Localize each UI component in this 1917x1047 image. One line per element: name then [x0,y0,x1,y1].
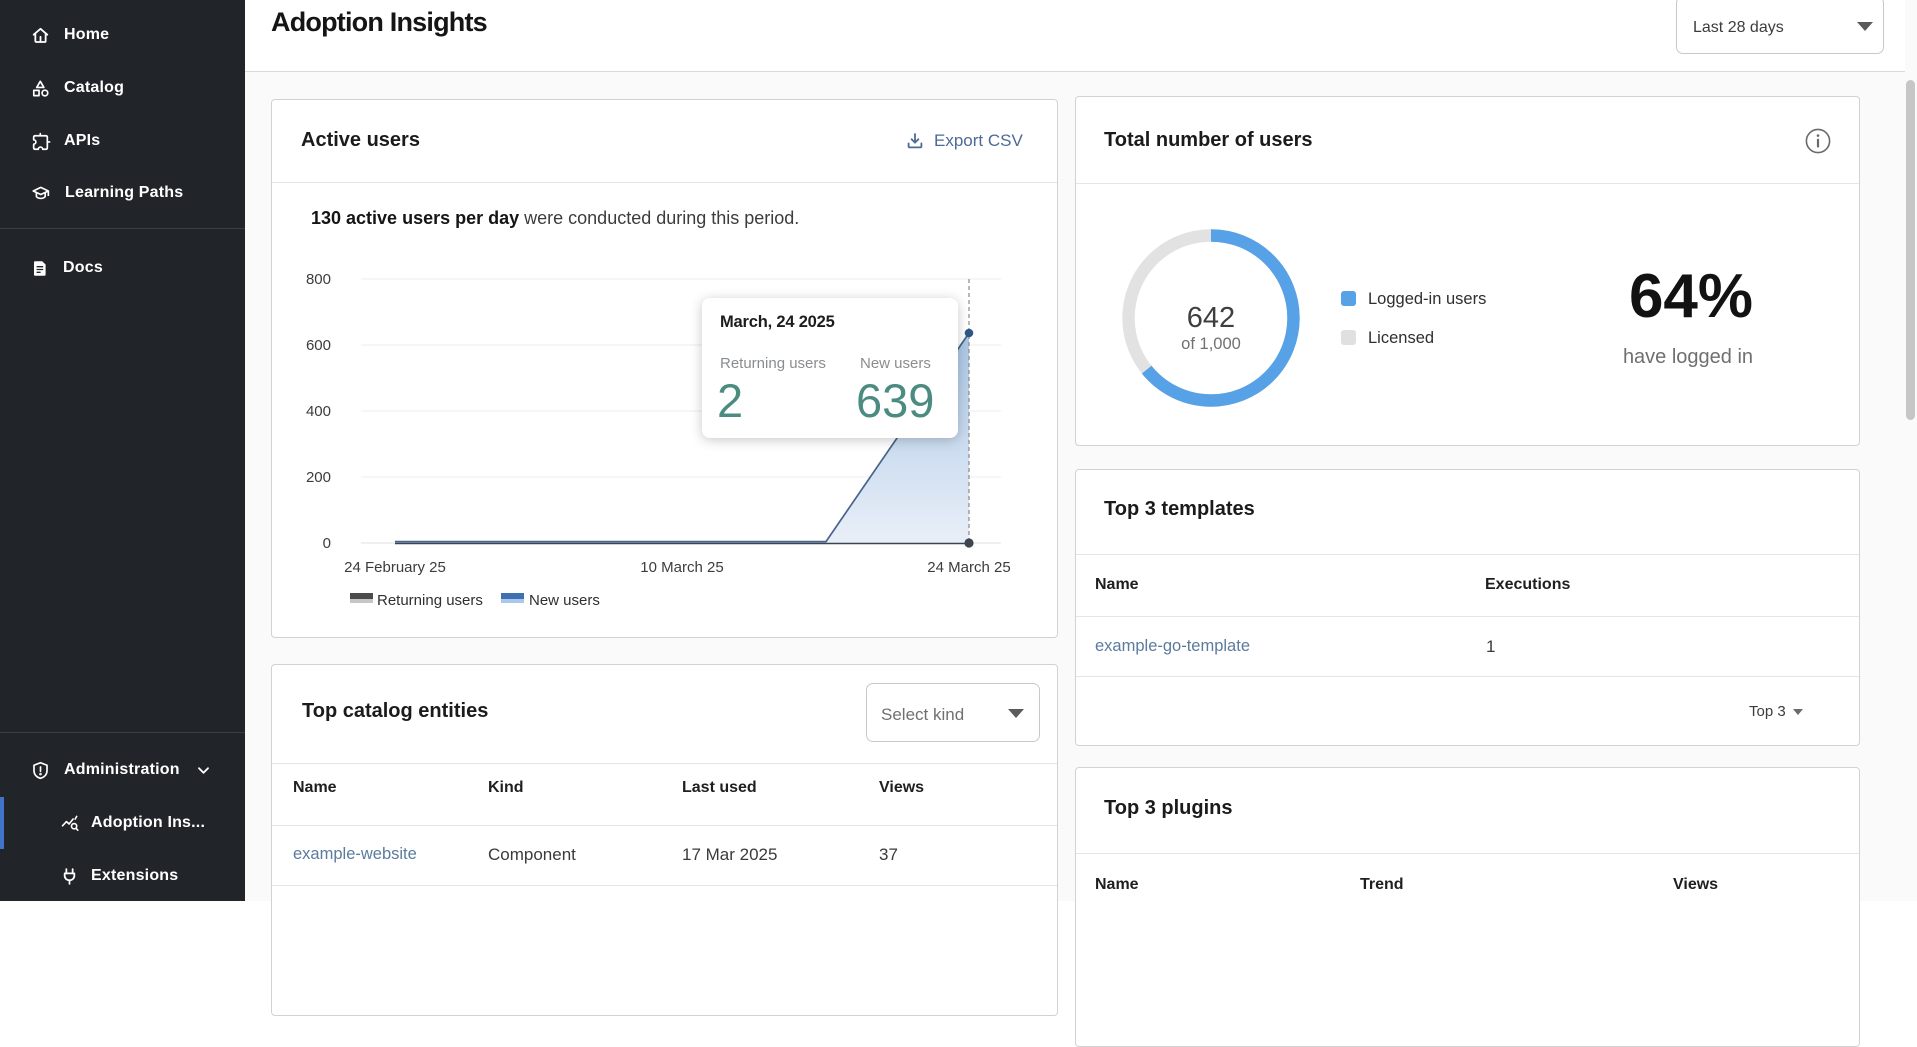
svg-text:200: 200 [306,469,331,486]
svg-text:of 1,000: of 1,000 [1181,335,1241,353]
svg-text:Returning users: Returning users [377,592,483,609]
svg-text:24 February 25: 24 February 25 [344,559,446,576]
svg-text:400: 400 [306,403,331,420]
svg-text:10 March 25: 10 March 25 [640,559,723,576]
svg-text:800: 800 [306,271,331,288]
svg-text:642: 642 [1187,302,1235,334]
svg-text:600: 600 [306,337,331,354]
svg-text:24 March 25: 24 March 25 [927,559,1010,576]
svg-text:New users: New users [529,592,600,609]
svg-text:0: 0 [323,535,331,552]
